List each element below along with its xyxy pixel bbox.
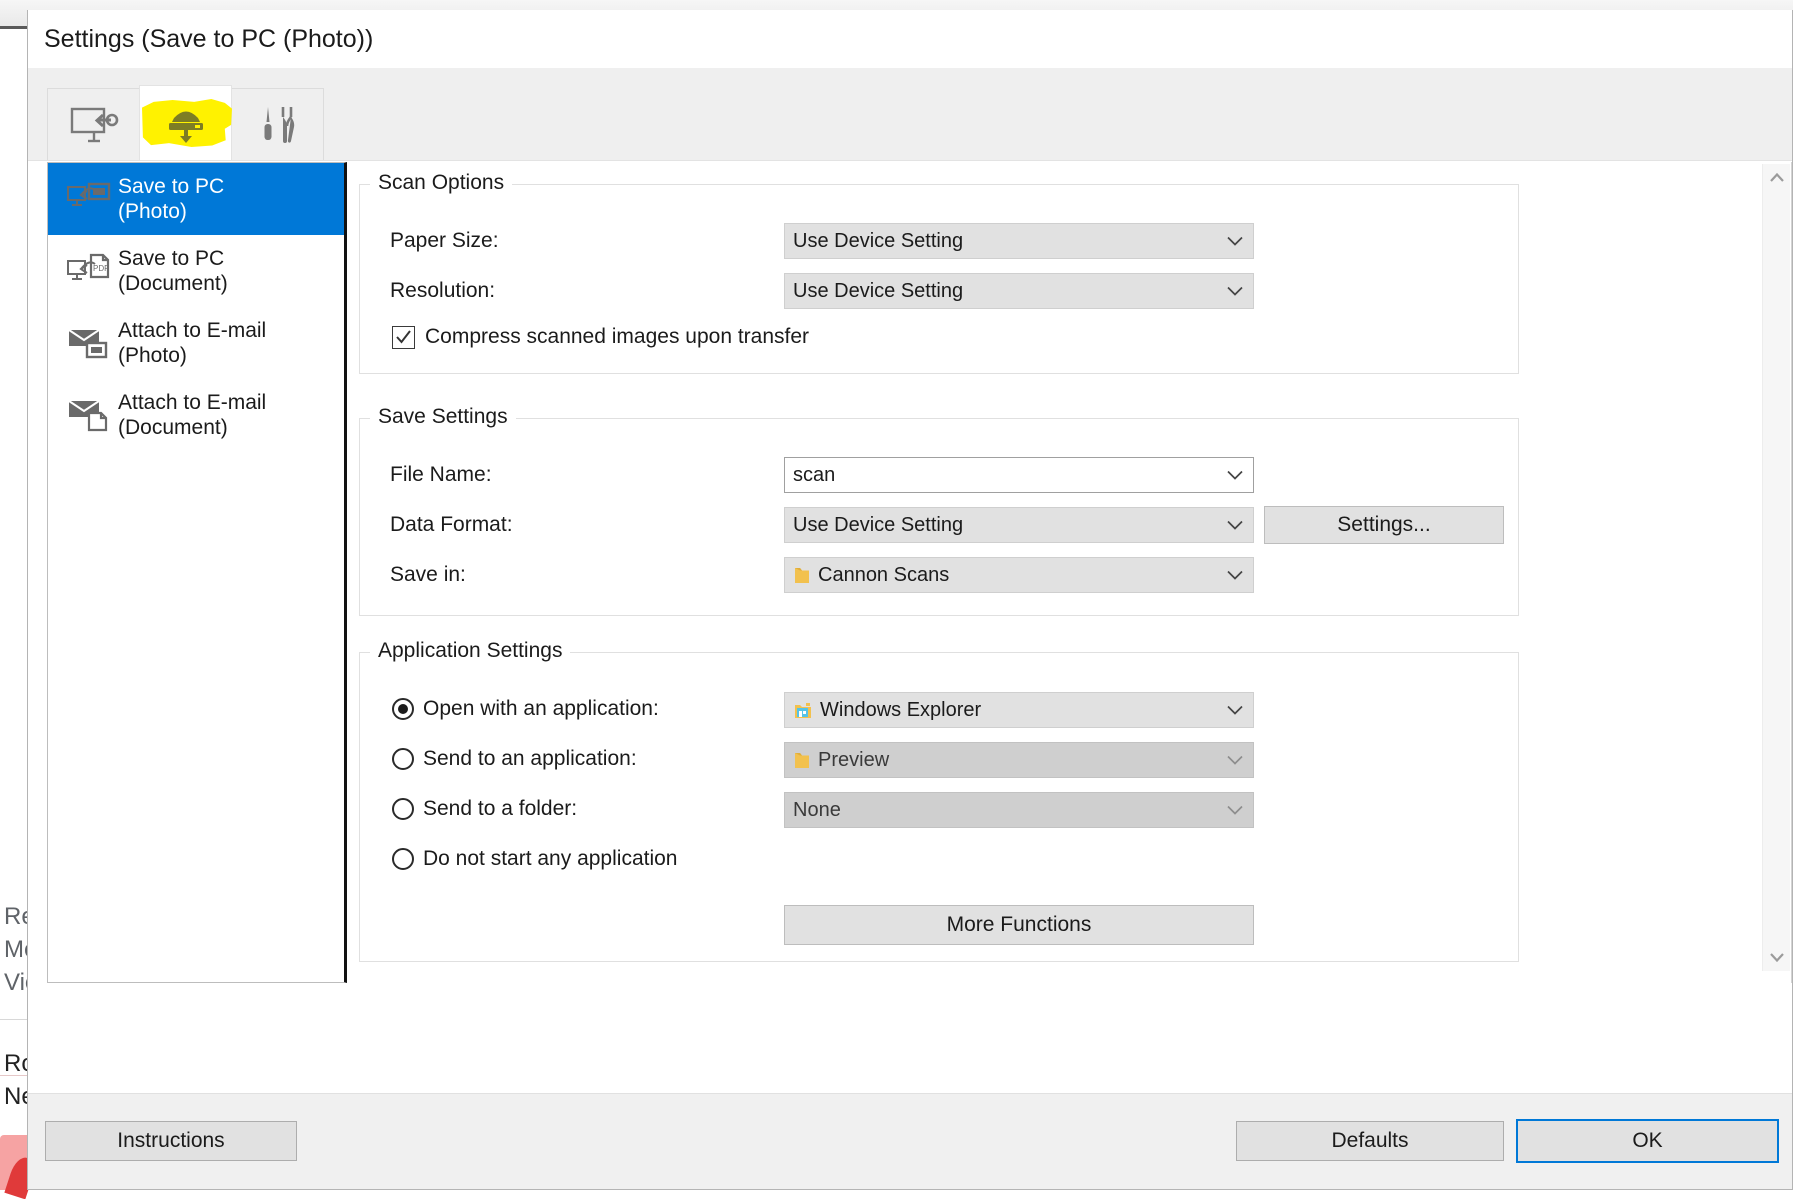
- open-with-application-radio-row[interactable]: Open with an application:: [392, 697, 659, 721]
- pc-photo-icon: [60, 181, 118, 217]
- pc-pdf-icon: PDF: [60, 253, 118, 289]
- save-in-value: Cannon Scans: [818, 564, 949, 587]
- email-photo-icon: [60, 326, 118, 360]
- dialog-titlebar: Settings (Save to PC (Photo)): [28, 10, 1792, 68]
- windows-explorer-icon: [793, 701, 813, 720]
- paper-size-label: Paper Size:: [390, 229, 499, 253]
- defaults-label: Defaults: [1331, 1129, 1408, 1153]
- sidebar-item-label: Attach to E-mail (Document): [118, 390, 266, 440]
- chevron-down-icon: [1227, 464, 1243, 487]
- file-name-combobox[interactable]: scan: [784, 457, 1254, 493]
- compress-checkbox-row[interactable]: Compress scanned images upon transfer: [392, 325, 809, 349]
- file-name-label: File Name:: [390, 463, 492, 487]
- open-with-application-value: Windows Explorer: [820, 699, 981, 722]
- dialog-title: Settings (Save to PC (Photo)): [44, 25, 373, 54]
- scroll-down-arrow-icon[interactable]: [1763, 944, 1790, 971]
- ok-label: OK: [1632, 1129, 1662, 1153]
- paper-size-value: Use Device Setting: [793, 230, 963, 253]
- paper-size-combobox[interactable]: Use Device Setting: [784, 223, 1254, 259]
- chevron-down-icon: [1227, 230, 1243, 253]
- data-format-label: Data Format:: [390, 513, 513, 537]
- scroll-up-arrow-icon[interactable]: [1763, 164, 1790, 191]
- chevron-down-icon: [1227, 514, 1243, 537]
- sidebar-item-attach-to-email-document[interactable]: Attach to E-mail (Document): [48, 379, 344, 451]
- folder-icon: [793, 566, 811, 585]
- send-to-application-radio[interactable]: [392, 748, 414, 770]
- chevron-down-icon: [1227, 799, 1243, 822]
- open-with-application-radio[interactable]: [392, 698, 414, 720]
- scan-options-title: Scan Options: [370, 171, 512, 195]
- folder-icon: [793, 751, 811, 770]
- send-to-folder-radio-row[interactable]: Send to a folder:: [392, 797, 577, 821]
- compress-checkbox[interactable]: [392, 326, 415, 349]
- resolution-value: Use Device Setting: [793, 280, 963, 303]
- send-to-application-label: Send to an application:: [423, 747, 637, 771]
- save-in-combobox[interactable]: Cannon Scans: [784, 557, 1254, 593]
- application-settings-title: Application Settings: [370, 639, 570, 663]
- monitor-arrow-icon: [69, 105, 119, 145]
- resolution-combobox[interactable]: Use Device Setting: [784, 273, 1254, 309]
- compress-checkbox-label: Compress scanned images upon transfer: [425, 325, 809, 349]
- do-not-start-application-radio-row[interactable]: Do not start any application: [392, 847, 677, 871]
- sidebar-item-save-to-pc-photo[interactable]: Save to PC (Photo): [48, 163, 344, 235]
- more-functions-label: More Functions: [947, 913, 1092, 937]
- save-in-label: Save in:: [390, 563, 466, 587]
- more-functions-button[interactable]: More Functions: [784, 905, 1254, 945]
- resolution-label: Resolution:: [390, 279, 495, 303]
- sidebar-item-save-to-pc-document[interactable]: PDF Save to PC (Document): [48, 235, 344, 307]
- data-format-settings-label: Settings...: [1337, 513, 1430, 537]
- do-not-start-application-radio[interactable]: [392, 848, 414, 870]
- application-settings-group: Application Settings Open with an applic…: [359, 652, 1519, 962]
- send-to-folder-combobox[interactable]: None: [784, 792, 1254, 828]
- ok-button[interactable]: OK: [1516, 1119, 1779, 1163]
- settings-pane: Scan Options Paper Size: Use Device Sett…: [347, 162, 1792, 983]
- do-not-start-application-label: Do not start any application: [423, 847, 677, 871]
- email-document-icon: [60, 398, 118, 432]
- send-to-folder-value: None: [793, 799, 841, 822]
- scanner-download-icon: [160, 100, 212, 146]
- sidebar-item-label: Attach to E-mail (Photo): [118, 318, 266, 368]
- sidebar-item-attach-to-email-photo[interactable]: Attach to E-mail (Photo): [48, 307, 344, 379]
- tab-scan-from-computer[interactable]: [47, 88, 140, 160]
- tab-bar: [28, 68, 1792, 160]
- dialog-footer: Instructions Defaults OK: [28, 1093, 1792, 1189]
- data-format-value: Use Device Setting: [793, 514, 963, 537]
- chevron-down-icon: [1227, 280, 1243, 303]
- send-to-application-combobox[interactable]: Preview: [784, 742, 1254, 778]
- instructions-label: Instructions: [117, 1129, 224, 1153]
- settings-scrollbar[interactable]: [1762, 164, 1790, 971]
- send-to-application-value: Preview: [818, 749, 889, 772]
- instructions-button[interactable]: Instructions: [45, 1121, 297, 1161]
- tab-scan-from-operation-panel[interactable]: [139, 85, 232, 160]
- open-with-application-label: Open with an application:: [423, 697, 659, 721]
- sidebar-item-label: Save to PC (Document): [118, 246, 228, 296]
- chevron-down-icon: [1227, 749, 1243, 772]
- body-top-divider: [28, 160, 1792, 161]
- data-format-settings-button[interactable]: Settings...: [1264, 506, 1504, 544]
- chevron-down-icon: [1227, 699, 1243, 722]
- tab-general-settings[interactable]: [231, 88, 324, 160]
- send-to-folder-label: Send to a folder:: [423, 797, 577, 821]
- save-settings-group: Save Settings File Name: scan Data Forma…: [359, 418, 1519, 616]
- tools-icon: [256, 104, 300, 146]
- scan-destination-list: Save to PC (Photo) PDF Save to PC (Docum…: [47, 162, 347, 983]
- file-name-value: scan: [793, 464, 835, 487]
- save-settings-title: Save Settings: [370, 405, 516, 429]
- sidebar-item-label: Save to PC (Photo): [118, 174, 224, 224]
- scan-options-group: Scan Options Paper Size: Use Device Sett…: [359, 184, 1519, 374]
- defaults-button[interactable]: Defaults: [1236, 1121, 1504, 1161]
- data-format-combobox[interactable]: Use Device Setting: [784, 507, 1254, 543]
- open-with-application-combobox[interactable]: Windows Explorer: [784, 692, 1254, 728]
- chevron-down-icon: [1227, 564, 1243, 587]
- send-to-folder-radio[interactable]: [392, 798, 414, 820]
- settings-dialog: Settings (Save to PC (Photo)): [27, 10, 1793, 1190]
- send-to-application-radio-row[interactable]: Send to an application:: [392, 747, 637, 771]
- dialog-body: Save to PC (Photo) PDF Save to PC (Docum…: [28, 160, 1792, 995]
- svg-text:PDF: PDF: [93, 264, 109, 273]
